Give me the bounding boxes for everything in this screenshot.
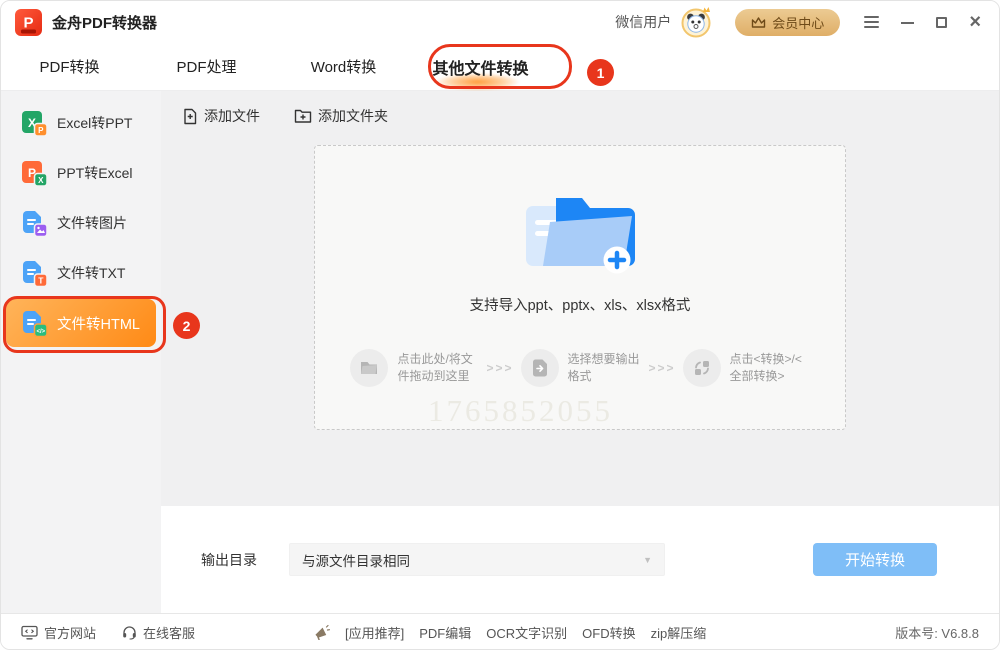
step-text: 选择想要输出格式 xyxy=(567,352,640,383)
official-website-label: 官方网站 xyxy=(44,625,97,641)
output-panel: 输出目录 与源文件目录相同 ▼ 开始转换 xyxy=(161,506,999,613)
folder-step-icon xyxy=(350,349,389,387)
svg-text:</>: </> xyxy=(36,328,45,334)
app-title: 金舟PDF转换器 xyxy=(52,14,158,32)
maximize-button[interactable] xyxy=(936,16,948,28)
sidebar-item-label: Excel转PPT xyxy=(57,115,133,131)
add-folder-label: 添加文件夹 xyxy=(318,108,388,124)
start-convert-button[interactable]: 开始转换 xyxy=(813,543,937,576)
footer-recommend-group: [应用推荐] PDF编辑 OCR文字识别 OFD转换 zip解压缩 xyxy=(313,623,706,642)
close-button[interactable]: × xyxy=(969,12,981,32)
output-directory-label: 输出目录 xyxy=(201,551,257,568)
output-directory-value: 与源文件目录相同 xyxy=(302,553,410,569)
app-window: P 金舟PDF转换器 微信用户 会员中心 × PDF转换 PDF处理 Word转… xyxy=(0,0,1000,650)
step-click-convert: 点击<转换>/<全部转换> xyxy=(682,349,810,387)
ppt-to-excel-icon: P X xyxy=(22,160,48,187)
sidebar-item-file-to-html[interactable]: </> 文件转HTML xyxy=(6,299,156,347)
add-folder-button[interactable]: 添加文件夹 xyxy=(294,106,388,126)
sidebar: X P Excel转PPT P X PPT转Excel 文件转图片 T 文件转T… xyxy=(1,91,161,613)
app-logo-icon: P xyxy=(15,8,42,36)
member-center-label: 会员中心 xyxy=(772,15,825,31)
version-label: 版本号: V6.8.8 xyxy=(895,625,979,641)
headset-icon xyxy=(123,625,136,640)
sidebar-item-ppt-to-excel[interactable]: P X PPT转Excel xyxy=(6,149,156,197)
crown-icon xyxy=(752,16,766,28)
footer-link-ocr[interactable]: OCR文字识别 xyxy=(486,623,567,642)
titlebar: P 金舟PDF转换器 微信用户 会员中心 × xyxy=(1,1,999,43)
add-file-icon xyxy=(184,108,197,124)
svg-text:P: P xyxy=(38,126,44,135)
footer-link-zip[interactable]: zip解压缩 xyxy=(651,623,707,642)
user-avatar[interactable] xyxy=(681,6,713,38)
member-center-button[interactable]: 会员中心 xyxy=(735,8,841,36)
user-label: 微信用户 xyxy=(615,14,672,30)
step-text: 点击<转换>/<全部转换> xyxy=(729,352,802,383)
tab-word-convert[interactable]: Word转换 xyxy=(275,46,412,87)
footer: 官方网站 在线客服 [应用推荐] PDF编辑 OCR文字识别 OFD转换 zip… xyxy=(1,613,999,649)
chevron-down-icon: ▼ xyxy=(643,554,652,565)
tab-label: PDF转换 xyxy=(39,59,100,76)
format-step-icon xyxy=(520,349,559,387)
tab-label: Word转换 xyxy=(310,59,377,76)
sidebar-item-file-to-txt[interactable]: T 文件转TXT xyxy=(6,249,156,297)
footer-link-ofd[interactable]: OFD转换 xyxy=(582,623,635,642)
minimize-button[interactable] xyxy=(901,22,915,24)
convert-step-icon xyxy=(682,349,721,387)
add-file-label: 添加文件 xyxy=(204,108,260,124)
main-panel: 添加文件 添加文件夹 支持导入ppt、pptx、xls、xlsx格式 点击此处/… xyxy=(161,91,999,613)
footer-link-pdf-edit[interactable]: PDF编辑 xyxy=(419,623,471,642)
add-file-button[interactable]: 添加文件 xyxy=(182,106,260,126)
menu-button[interactable] xyxy=(864,16,880,28)
svg-text:P: P xyxy=(23,14,33,31)
svg-text:T: T xyxy=(38,275,44,285)
toolbar: 添加文件 添加文件夹 xyxy=(161,91,999,126)
sidebar-item-label: PPT转Excel xyxy=(57,165,133,181)
window-controls: × xyxy=(864,12,981,32)
tab-navigation: PDF转换 PDF处理 Word转换 其他文件转换 xyxy=(1,43,999,91)
monitor-icon xyxy=(21,625,38,639)
sidebar-item-label: 文件转图片 xyxy=(57,215,127,231)
online-support-link[interactable]: 在线客服 xyxy=(122,623,195,642)
file-drop-zone[interactable]: 支持导入ppt、pptx、xls、xlsx格式 点击此处/将文件拖动到这里 >>… xyxy=(314,145,846,430)
sidebar-item-label: 文件转TXT xyxy=(57,265,126,281)
recommend-tag: [应用推荐] xyxy=(345,625,405,641)
file-to-image-icon xyxy=(23,210,48,237)
sidebar-item-label: 文件转HTML xyxy=(57,316,140,333)
online-support-label: 在线客服 xyxy=(143,625,196,641)
content-area: X P Excel转PPT P X PPT转Excel 文件转图片 T 文件转T… xyxy=(1,91,999,613)
step-select-format: 选择想要输出格式 xyxy=(520,349,646,387)
arrow-separator: >>> xyxy=(486,361,514,375)
step-text: 点击此处/将文件拖动到这里 xyxy=(397,352,473,383)
tab-other-file-convert[interactable]: 其他文件转换 xyxy=(412,45,549,91)
work-area: 添加文件 添加文件夹 支持导入ppt、pptx、xls、xlsx格式 点击此处/… xyxy=(161,91,999,506)
add-folder-icon xyxy=(294,109,312,123)
supported-formats-text: 支持导入ppt、pptx、xls、xlsx格式 xyxy=(469,298,691,314)
svg-text:X: X xyxy=(38,176,44,185)
sidebar-item-file-to-image[interactable]: 文件转图片 xyxy=(6,199,156,247)
file-to-txt-icon: T xyxy=(23,260,48,287)
sidebar-item-excel-to-ppt[interactable]: X P Excel转PPT xyxy=(6,99,156,147)
file-to-html-icon: </> xyxy=(23,310,48,337)
excel-to-ppt-icon: X P xyxy=(22,110,48,137)
tab-label: 其他文件转换 xyxy=(432,60,529,78)
watermark-text: 1765852055 xyxy=(428,393,613,428)
official-website-link[interactable]: 官方网站 xyxy=(21,623,96,642)
tab-pdf-process[interactable]: PDF处理 xyxy=(138,46,275,87)
steps-row: 点击此处/将文件拖动到这里 >>> 选择想要输出格式 >>> 点击<转换>/<全… xyxy=(315,349,845,387)
output-directory-select[interactable]: 与源文件目录相同 ▼ xyxy=(289,543,665,576)
arrow-separator: >>> xyxy=(648,361,676,375)
tab-pdf-convert[interactable]: PDF转换 xyxy=(1,46,138,87)
folder-add-icon xyxy=(526,198,635,274)
megaphone-icon xyxy=(315,624,330,640)
step-drag-files: 点击此处/将文件拖动到这里 xyxy=(350,349,483,387)
tab-label: PDF处理 xyxy=(176,59,237,76)
